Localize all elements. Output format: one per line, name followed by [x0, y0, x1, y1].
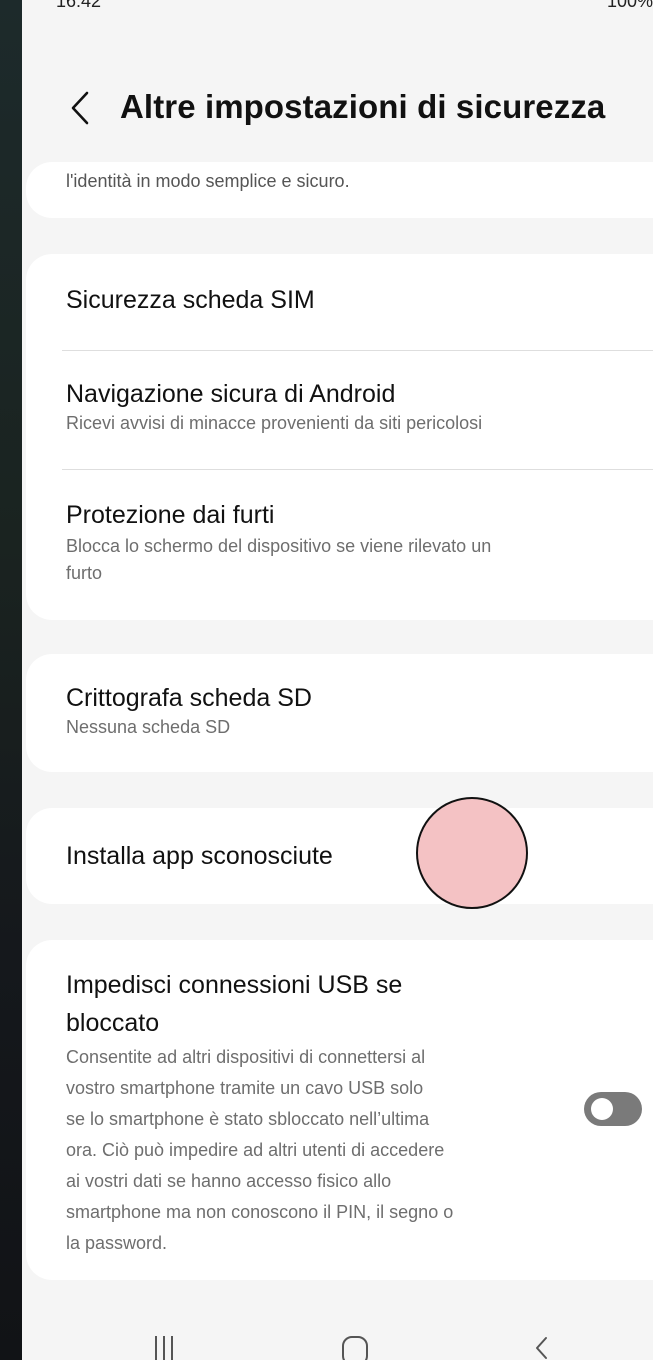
chevron-left-icon — [71, 91, 89, 125]
sd-encryption-item[interactable]: Crittografa scheda SD Nessuna scheda SD — [66, 682, 653, 741]
usb-block-title-line: bloccato — [66, 1009, 160, 1037]
usb-block-toggle[interactable] — [584, 1092, 642, 1126]
usb-block-description-line: Consentite ad altri dispositivi di conne… — [66, 1047, 426, 1067]
status-bar: 16:42 100% — [22, 0, 653, 14]
unknown-apps-title: Installa app sconosciute — [66, 842, 333, 870]
usb-block-description-line: se lo smartphone è stato sbloccato nell’… — [66, 1109, 430, 1129]
navigation-bar — [22, 1324, 653, 1360]
phone-screen: 16:42 100% Altre impostazioni di sicurez… — [22, 0, 653, 1360]
back-button[interactable] — [62, 84, 98, 132]
theft-protection-subtitle-line: furto — [66, 563, 103, 583]
partial-settings-item[interactable]: l'identità in modo semplice e sicuro. — [66, 168, 653, 195]
usb-block-description-line: vostro smartphone tramite un cavo USB so… — [66, 1078, 424, 1098]
partial-settings-card: l'identità in modo semplice e sicuro. — [26, 162, 653, 218]
usb-block-description-line: smartphone ma non conoscono il PIN, il s… — [66, 1202, 454, 1222]
page-title: Altre impostazioni di sicurezza — [120, 88, 606, 125]
recents-icon — [155, 1336, 173, 1360]
usb-block-item[interactable]: Impedisci connessioni USB se bloccato Co… — [66, 966, 576, 1259]
safe-browsing-item[interactable]: Navigazione sicura di Android Ricevi avv… — [66, 378, 653, 437]
usb-block-description-line: ora. Ciò può impedire ad altri utenti di… — [66, 1140, 445, 1160]
sim-security-item[interactable]: Sicurezza scheda SIM — [66, 284, 653, 316]
sd-encryption-subtitle: Nessuna scheda SD — [66, 717, 231, 737]
usb-block-description: Consentite ad altri dispositivi di conne… — [66, 1042, 576, 1259]
usb-block-description-line: ai vostri dati se hanno accesso fisico a… — [66, 1171, 392, 1191]
theft-protection-title: Protezione dai furti — [66, 501, 275, 529]
home-icon — [342, 1336, 368, 1360]
usb-block-card: Impedisci connessioni USB se bloccato Co… — [26, 940, 653, 1280]
theft-protection-subtitle: Blocca lo schermo del dispositivo se vie… — [66, 533, 653, 587]
sim-security-title: Sicurezza scheda SIM — [66, 286, 315, 314]
usb-block-description-line: la password. — [66, 1233, 168, 1253]
sd-encryption-title: Crittografa scheda SD — [66, 684, 312, 712]
sd-card-settings-card: Crittografa scheda SD Nessuna scheda SD — [26, 654, 653, 772]
divider — [62, 350, 653, 351]
home-button[interactable] — [340, 1332, 370, 1360]
status-time: 16:42 — [56, 0, 102, 11]
recents-button[interactable] — [152, 1332, 176, 1360]
touch-indicator — [416, 797, 528, 909]
security-settings-card: Sicurezza scheda SIM Navigazione sicura … — [26, 254, 653, 620]
toggle-knob — [591, 1098, 613, 1120]
unknown-apps-item[interactable]: Installa app sconosciute — [66, 840, 653, 872]
theft-protection-subtitle-line: Blocca lo schermo del dispositivo se vie… — [66, 536, 492, 556]
app-header: Altre impostazioni di sicurezza — [22, 72, 653, 144]
theft-protection-item[interactable]: Protezione dai furti Blocca lo schermo d… — [66, 499, 653, 587]
partial-item-subtitle: l'identità in modo semplice e sicuro. — [66, 171, 350, 191]
usb-block-title-line: Impedisci connessioni USB se — [66, 971, 403, 999]
divider — [62, 469, 653, 470]
usb-block-title: Impedisci connessioni USB se bloccato — [66, 966, 576, 1042]
back-icon — [536, 1337, 547, 1359]
safe-browsing-title: Navigazione sicura di Android — [66, 380, 396, 408]
safe-browsing-subtitle: Ricevi avvisi di minacce provenienti da … — [66, 413, 483, 433]
status-battery: 100% — [606, 0, 653, 11]
unknown-apps-card: Installa app sconosciute — [26, 808, 653, 904]
nav-back-button[interactable] — [532, 1332, 552, 1360]
